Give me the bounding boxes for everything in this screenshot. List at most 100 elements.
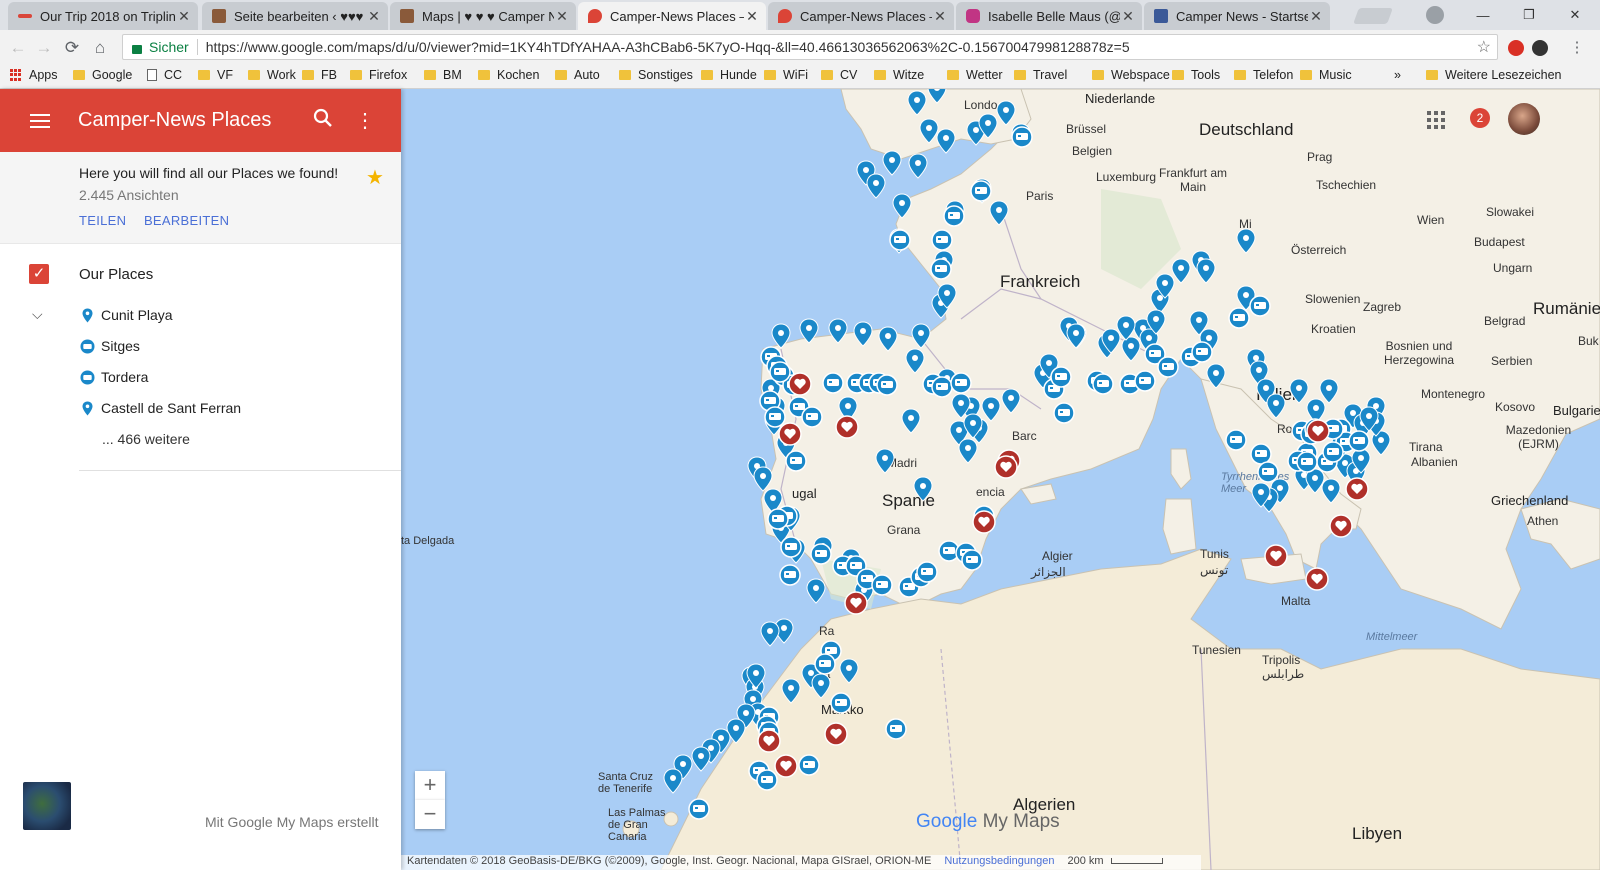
camper-icon[interactable] — [814, 653, 836, 675]
bookmark-hunde[interactable]: Hunde — [701, 68, 757, 82]
browser-tab-active[interactable]: Camper-News Places – G ✕ — [578, 2, 766, 30]
map-pin-icon[interactable] — [958, 438, 978, 464]
camper-icon[interactable] — [830, 692, 852, 714]
bookmark-sonstiges[interactable]: Sonstiges — [619, 68, 693, 82]
camper-icon[interactable] — [1322, 441, 1344, 463]
close-icon[interactable]: ✕ — [932, 8, 948, 25]
minimize-button[interactable]: — — [1460, 0, 1506, 30]
favorite-heart-icon[interactable] — [778, 422, 802, 446]
favorite-heart-icon[interactable] — [1264, 544, 1288, 568]
camper-icon[interactable] — [1050, 366, 1072, 388]
map-pin-icon[interactable] — [875, 448, 895, 474]
map-pin-icon[interactable] — [828, 318, 848, 344]
map-pin-icon[interactable] — [907, 90, 927, 116]
bookmark-kochen[interactable]: Kochen — [478, 68, 539, 82]
list-item[interactable]: Sitges — [0, 333, 401, 364]
favorite-heart-icon[interactable] — [824, 722, 848, 746]
bookmark-cc[interactable]: CC — [147, 68, 182, 82]
map-pin-icon[interactable] — [981, 396, 1001, 422]
reload-icon[interactable]: ⟳ — [61, 37, 83, 59]
map-pin-icon[interactable] — [913, 476, 933, 502]
close-icon[interactable]: ✕ — [176, 8, 192, 25]
bookmark-google[interactable]: Google — [73, 68, 132, 82]
avatar[interactable] — [1508, 103, 1540, 135]
map-pin-icon[interactable] — [1319, 378, 1339, 404]
bookmark-telefon[interactable]: Telefon — [1234, 68, 1293, 82]
new-tab-button[interactable] — [1353, 8, 1393, 24]
bookmark-music[interactable]: Music — [1300, 68, 1352, 82]
chevron-down-icon[interactable]: ⌵ — [32, 306, 43, 323]
map-pin-icon[interactable] — [892, 193, 912, 219]
camper-icon[interactable] — [931, 229, 953, 251]
download-extension-icon[interactable] — [1532, 40, 1548, 56]
zoom-in-button[interactable]: + — [415, 771, 445, 800]
base-map-thumbnail[interactable] — [23, 782, 71, 830]
camper-icon[interactable] — [889, 229, 911, 251]
profile-icon[interactable] — [1426, 6, 1444, 24]
camper-icon[interactable] — [780, 536, 802, 558]
map-pin-icon[interactable] — [866, 173, 886, 199]
camper-icon[interactable] — [801, 406, 823, 428]
camper-icon[interactable] — [1250, 443, 1272, 465]
favorite-heart-icon[interactable] — [774, 754, 798, 778]
notification-badge[interactable]: 2 — [1470, 108, 1490, 128]
map-pin-icon[interactable] — [806, 578, 826, 604]
map-pin-icon[interactable] — [1266, 393, 1286, 419]
camper-icon[interactable] — [876, 374, 898, 396]
map-pin-icon[interactable] — [908, 153, 928, 179]
camper-icon[interactable] — [871, 574, 893, 596]
bookmark-webspace[interactable]: Webspace — [1092, 68, 1170, 82]
camper-icon[interactable] — [916, 561, 938, 583]
bookmark-vf[interactable]: VF — [198, 68, 233, 82]
bookmark-apps[interactable]: Apps — [10, 68, 58, 82]
camper-icon[interactable] — [769, 361, 791, 383]
camper-icon[interactable] — [767, 508, 789, 530]
bookmark-bm[interactable]: BM — [424, 68, 462, 82]
camper-icon[interactable] — [785, 450, 807, 472]
close-icon[interactable]: ✕ — [554, 8, 570, 25]
more-bookmarks-button[interactable]: » — [1394, 68, 1401, 82]
map-pin-icon[interactable] — [853, 321, 873, 347]
map-pin-icon[interactable] — [753, 466, 773, 492]
map-pin-icon[interactable] — [811, 673, 831, 699]
browser-tab[interactable]: Camper News - Startseit ✕ — [1144, 2, 1330, 30]
map-pin-icon[interactable] — [781, 678, 801, 704]
browser-tab[interactable]: Isabelle Belle Maus (@ca ✕ — [956, 2, 1142, 30]
camper-icon[interactable] — [1249, 295, 1271, 317]
address-bar[interactable]: Sicher https://www.google.com/maps/d/u/0… — [122, 34, 1498, 60]
camper-icon[interactable] — [961, 549, 983, 571]
bookmark-firefox[interactable]: Firefox — [350, 68, 407, 82]
favorite-heart-icon[interactable] — [1345, 477, 1369, 501]
map-pin-icon[interactable] — [882, 150, 902, 176]
camper-icon[interactable] — [764, 406, 786, 428]
map-pin-icon[interactable] — [905, 348, 925, 374]
map-pin-icon[interactable] — [691, 746, 711, 772]
bookmark-star-icon[interactable]: ☆ — [1477, 37, 1491, 57]
map-pin-icon[interactable] — [1066, 323, 1086, 349]
camper-icon[interactable] — [943, 205, 965, 227]
favorite-heart-icon[interactable] — [1329, 514, 1353, 538]
list-item[interactable]: Tordera — [0, 364, 401, 395]
camper-icon[interactable] — [1228, 307, 1250, 329]
bookmark-fb[interactable]: FB — [302, 68, 337, 82]
camper-icon[interactable] — [822, 372, 844, 394]
apps-grid-icon[interactable] — [1427, 111, 1445, 129]
favorite-heart-icon[interactable] — [1305, 567, 1329, 591]
camper-icon[interactable] — [1225, 429, 1247, 451]
camper-icon[interactable] — [1191, 341, 1213, 363]
map-pin-icon[interactable] — [996, 100, 1016, 126]
list-item[interactable]: Castell de Sant Ferran — [0, 395, 401, 426]
camper-icon[interactable] — [779, 564, 801, 586]
browser-tab[interactable]: Seite bearbeiten ‹ ♥♥♥ ✕ — [202, 2, 388, 30]
map-pin-icon[interactable] — [911, 323, 931, 349]
camper-icon[interactable] — [756, 769, 778, 791]
other-bookmarks-folder[interactable]: Weitere Lesezeichen — [1426, 68, 1562, 82]
home-icon[interactable]: ⌂ — [89, 37, 111, 59]
url-text[interactable]: https://www.google.com/maps/d/u/0/viewer… — [206, 39, 1130, 55]
browser-tab[interactable]: Our Trip 2018 on Tripline ✕ — [8, 2, 198, 30]
map-pin-icon[interactable] — [1001, 388, 1021, 414]
close-icon[interactable]: ✕ — [366, 8, 382, 25]
bookmark-tools[interactable]: Tools — [1172, 68, 1220, 82]
camper-icon[interactable] — [931, 376, 953, 398]
map-canvas[interactable]: Niederlande Londo Brüssel Belgien Deutsc… — [401, 89, 1600, 870]
